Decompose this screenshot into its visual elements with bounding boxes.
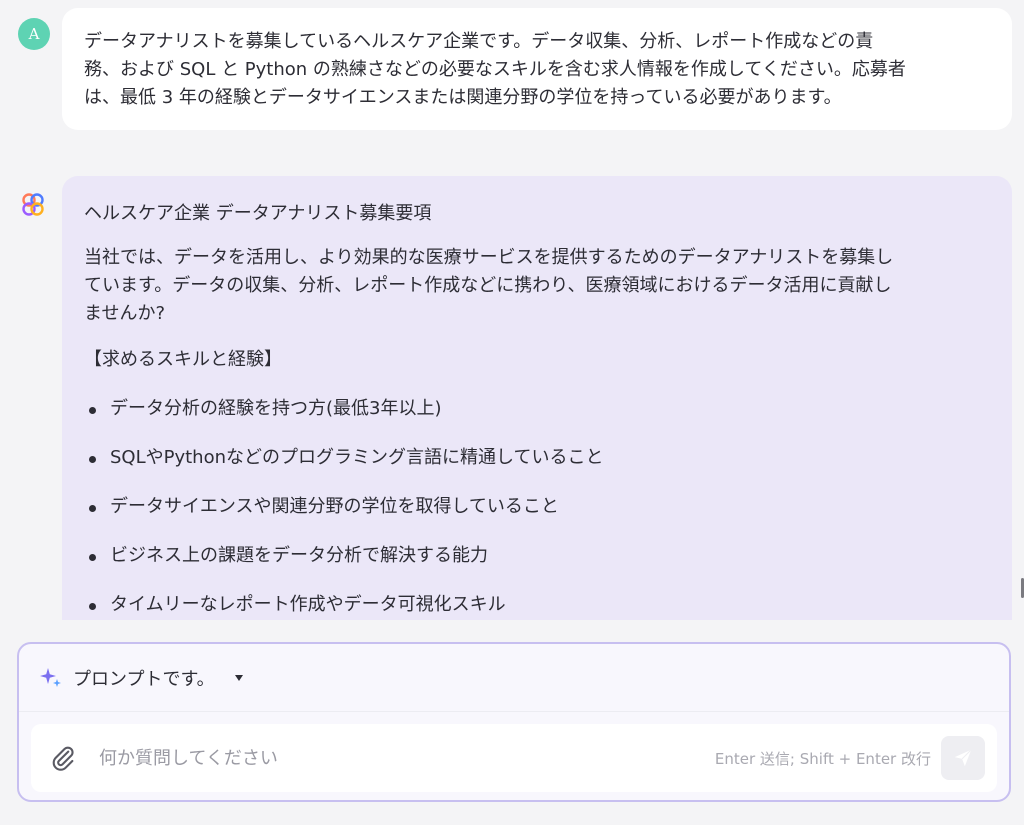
- list-item: データ分析の経験を持つ方(最低3年以上): [84, 395, 982, 423]
- intro-line: ませんか?: [84, 303, 166, 324]
- section-heading: 【求めるスキルと経験】: [84, 349, 282, 370]
- user-message-line: は、最低 3 年の経験とデータサイエンスまたは関連分野の学位を持っている必要があ…: [84, 87, 842, 108]
- chat-area: A データアナリストを募集しているヘルスケア企業です。データ収集、分析、レポート…: [0, 0, 1024, 620]
- keyboard-hint: Enter 送信; Shift + Enter 改行: [714, 749, 931, 768]
- question-input[interactable]: [99, 738, 715, 778]
- list-item: タイムリーなレポート作成やデータ可視化スキル: [84, 591, 982, 619]
- flower-logo-icon: [22, 193, 44, 216]
- sparkle-icon: [40, 667, 61, 687]
- composer: プロンプトです。 Enter 送信; Shift + Enter 改行: [17, 642, 1011, 802]
- list-item-text: タイムリーなレポート作成やデータ可視化スキル: [110, 594, 506, 615]
- bullet-icon: [89, 554, 96, 561]
- avatar-initial: A: [28, 25, 40, 43]
- send-icon: [954, 749, 972, 767]
- intro-line: ています。データの収集、分析、レポート作成などに携わり、医療領域におけるデータ活…: [84, 275, 892, 296]
- user-avatar: A: [18, 18, 50, 50]
- list-item-text: SQLやPythonなどのプログラミング言語に精通していること: [110, 447, 604, 468]
- list-item: データサイエンスや関連分野の学位を取得していること: [84, 493, 982, 521]
- bullet-icon: [89, 456, 96, 463]
- chevron-down-icon[interactable]: [234, 674, 243, 681]
- response-intro: 当社では、データを活用し、より効果的な医療サービスを提供するためのデータアナリス…: [84, 244, 982, 328]
- skills-list: データ分析の経験を持つ方(最低3年以上) SQLやPythonなどのプログラミン…: [84, 395, 982, 619]
- list-item: ビジネス上の課題をデータ分析で解決する能力: [84, 542, 982, 570]
- input-row: Enter 送信; Shift + Enter 改行: [31, 724, 997, 792]
- list-item: SQLやPythonなどのプログラミング言語に精通していること: [84, 444, 982, 472]
- paperclip-icon[interactable]: [49, 744, 77, 772]
- bullet-icon: [89, 603, 96, 610]
- response-title: ヘルスケア企業 データアナリスト募集要項: [84, 203, 432, 224]
- list-item-text: データサイエンスや関連分野の学位を取得していること: [110, 496, 559, 517]
- send-button[interactable]: [941, 736, 985, 780]
- bullet-icon: [89, 505, 96, 512]
- user-message-line: 務、および SQL と Python の熟練さなどの必要なスキルを含む求人情報を…: [84, 59, 906, 80]
- list-item-text: ビジネス上の課題をデータ分析で解決する能力: [110, 545, 488, 566]
- user-message-line: データアナリストを募集しているヘルスケア企業です。データ収集、分析、レポート作成…: [84, 31, 874, 52]
- prompt-label: プロンプトです。: [73, 668, 215, 690]
- assistant-message: ヘルスケア企業 データアナリスト募集要項 当社では、データを活用し、より効果的な…: [62, 176, 1012, 620]
- bullet-icon: [89, 407, 96, 414]
- intro-line: 当社では、データを活用し、より効果的な医療サービスを提供するためのデータアナリス…: [84, 247, 894, 268]
- prompt-selector[interactable]: プロンプトです。: [19, 644, 1009, 712]
- user-message: データアナリストを募集しているヘルスケア企業です。データ収集、分析、レポート作成…: [62, 8, 1012, 130]
- list-item-text: データ分析の経験を持つ方(最低3年以上): [110, 398, 442, 419]
